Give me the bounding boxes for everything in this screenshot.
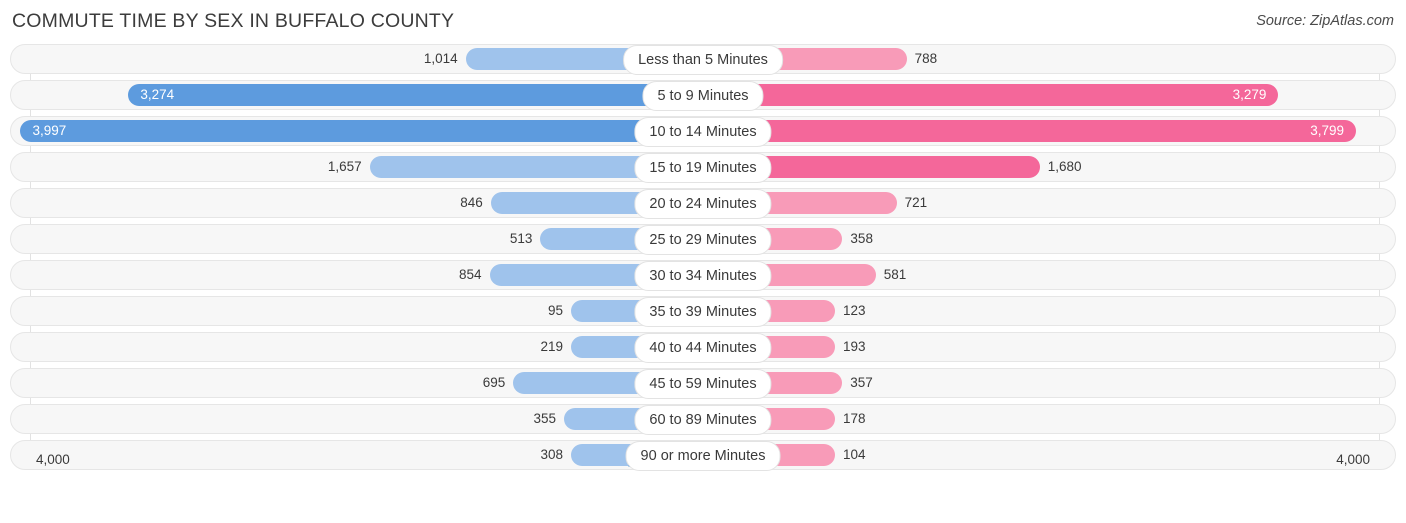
category-label-pill: 45 to 59 Minutes [634, 369, 772, 399]
chart-plot-area: 1,014 788 Less than 5 Minutes 3,274 3,279 5 t… [0, 44, 1406, 484]
bar-value-female: 358 [850, 231, 873, 246]
category-label-pill: 20 to 24 Minutes [634, 189, 772, 219]
bar-value-male: 1,014 [423, 51, 458, 66]
bar-row: 513 358 25 to 29 Minutes [0, 224, 1406, 255]
chart-header: COMMUTE TIME BY SEX IN BUFFALO COUNTY So… [0, 0, 1406, 44]
category-label-pill: 15 to 19 Minutes [634, 153, 772, 183]
category-label-pill: 30 to 34 Minutes [634, 261, 772, 291]
category-label-pill: 10 to 14 Minutes [634, 117, 772, 147]
bar-row: 3,997 3,799 10 to 14 Minutes [0, 116, 1406, 147]
bar-row: 355 178 60 to 89 Minutes [0, 404, 1406, 435]
bar-row: 846 721 20 to 24 Minutes [0, 188, 1406, 219]
bar-value-female: 357 [850, 375, 873, 390]
category-label-pill: 35 to 39 Minutes [634, 297, 772, 327]
page-title: COMMUTE TIME BY SEX IN BUFFALO COUNTY [12, 10, 455, 32]
bar-value-female: 788 [914, 51, 938, 66]
category-label-pill: Less than 5 Minutes [623, 45, 783, 75]
bar-female[interactable] [703, 84, 1279, 106]
bar-male[interactable] [20, 120, 703, 142]
bar-value-male: 95 [547, 303, 563, 318]
category-label-pill: 5 to 9 Minutes [642, 81, 764, 111]
bar-value-female: 178 [843, 411, 866, 426]
bar-value-female: 193 [843, 339, 866, 354]
source-attribution: Source: ZipAtlas.com [1256, 13, 1394, 29]
bar-row: 854 581 30 to 34 Minutes [0, 260, 1406, 291]
bar-value-female: 581 [883, 267, 907, 282]
bar-row: 1,014 788 Less than 5 Minutes [0, 44, 1406, 75]
bar-value-female: 3,279 [1232, 87, 1267, 102]
bar-value-male: 355 [533, 411, 557, 426]
bar-female[interactable] [703, 120, 1356, 142]
category-label-pill: 25 to 29 Minutes [634, 225, 772, 255]
category-label-pill: 90 or more Minutes [625, 441, 781, 471]
bar-value-male: 3,997 [32, 123, 67, 138]
bar-value-female: 3,799 [1310, 123, 1345, 138]
category-label-pill: 40 to 44 Minutes [634, 333, 772, 363]
bar-row: 95 123 35 to 39 Minutes [0, 296, 1406, 327]
bar-row: 695 357 45 to 59 Minutes [0, 368, 1406, 399]
bar-value-female: 1,680 [1047, 159, 1082, 174]
bar-rows-container: 1,014 788 Less than 5 Minutes 3,274 3,279 5 t… [0, 44, 1406, 476]
bar-value-male: 695 [482, 375, 506, 390]
bar-value-male: 3,274 [140, 87, 175, 102]
bar-value-female: 123 [843, 303, 866, 318]
bar-value-female: 721 [904, 195, 928, 210]
category-label-pill: 60 to 89 Minutes [634, 405, 772, 435]
bar-male[interactable] [128, 84, 703, 106]
bar-value-male: 513 [509, 231, 533, 246]
bar-row: 219 193 40 to 44 Minutes [0, 332, 1406, 363]
bar-value-male: 854 [459, 267, 482, 282]
bar-value-male: 846 [460, 195, 483, 210]
bar-value-male: 219 [540, 339, 563, 354]
bar-row: 3,274 3,279 5 to 9 Minutes [0, 80, 1406, 111]
bar-value-male: 1,657 [327, 159, 362, 174]
bar-row: 1,657 1,680 15 to 19 Minutes [0, 152, 1406, 183]
